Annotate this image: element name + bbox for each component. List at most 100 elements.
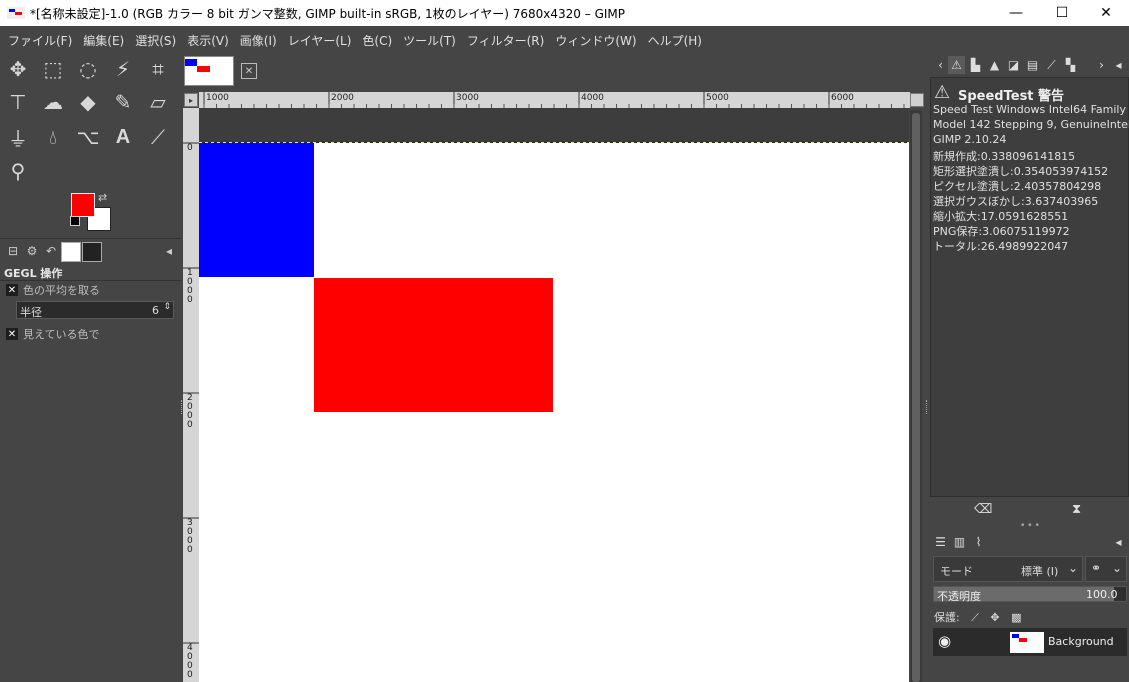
clear-log-icon[interactable]: ⌫ [974,502,992,517]
path-icon[interactable]: ⌥ [73,122,103,152]
log-line: ピクセル塗潰し:2.40357804298 [933,180,1102,193]
layers-tab-icon[interactable]: ☰ [932,533,949,551]
swap-colors-icon[interactable]: ⇄ [98,191,107,204]
composite-mode-button[interactable]: ⚭ ⌄ [1085,556,1127,582]
fuzzy-select-icon[interactable]: ⚡ [108,54,138,84]
undo-history-tab-icon[interactable]: ↶ [42,242,60,260]
mode-value: 標準 (I) [1021,565,1059,578]
selection-marching-ants [199,142,909,143]
lock-label: 保護: [934,611,960,624]
paths-tab-icon[interactable]: ⌇ [970,533,987,551]
eye-visibility-icon[interactable]: ◉ [938,632,951,650]
menu-file[interactable]: ファイル(F) [8,32,72,49]
minimize-button[interactable]: — [993,0,1039,26]
title-bar: *[名称未設定]-1.0 (RGB カラー 8 bit ガンマ整数, GIMP … [0,0,1129,26]
tool-options-tab-icon[interactable]: ⊟ [4,242,22,260]
layer-mode-select[interactable]: モード 標準 (I) ⌄ [933,556,1083,582]
tool-options-dock-tabs: ⊟ ⚙ ↶ ◂ [0,238,181,263]
menu-colors[interactable]: 色(C) [362,32,392,49]
spinner-arrows-icon[interactable]: ⇕ [163,302,171,312]
close-tab-icon[interactable]: ✕ [241,63,257,79]
warp-icon[interactable]: ☁ [38,87,68,117]
save-log-icon[interactable]: ⧗ [1072,502,1081,517]
radius-value: 6 [152,304,159,317]
menu-filters[interactable]: フィルター(R) [467,32,544,49]
sample-average-option[interactable]: ✕ 色の平均を取る [6,282,100,298]
sample-average-checkbox[interactable]: ✕ [6,284,18,296]
lock-pixels-icon[interactable]: ⟋ [971,611,979,624]
lock-alpha-icon[interactable]: ▩ [1011,611,1021,624]
device-status-tab-icon[interactable]: ⚙ [23,242,41,260]
image-tab[interactable] [184,56,234,86]
log-line: 矩形選択塗潰し:0.354053974152 [933,165,1109,178]
eraser-icon[interactable]: ▱ [143,87,173,117]
horizontal-ruler[interactable]: 1000 2000 3000 4000 5000 6000 [199,92,910,108]
ruler-ticks [203,92,905,108]
crop-icon[interactable]: ⌗ [143,54,173,84]
sample-merged-option[interactable]: ✕ 見えている色で [6,326,99,342]
maximize-button[interactable]: ☐ [1039,0,1085,26]
clone-icon[interactable]: ⏚ [3,122,33,152]
text-icon[interactable]: A [108,122,138,152]
layer-thumbnail [1010,632,1044,653]
menu-select[interactable]: 選択(S) [135,32,176,49]
menu-bar: ファイル(F) 編集(E) 選択(S) 表示(V) 画像(I) レイヤー(L) … [0,27,1129,53]
paintbrush-icon[interactable]: ✎ [108,87,138,117]
foreground-color-swatch[interactable] [71,193,95,217]
chevron-down-icon: ⌄ [1067,561,1078,575]
menu-image[interactable]: 画像(I) [240,32,277,49]
menu-tools[interactable]: ツール(T) [403,32,456,49]
document-tab-icon[interactable]: ▤ [1024,56,1041,74]
brushes-tab-icon[interactable]: ⟋ [1043,56,1060,74]
smudge-icon[interactable]: 💧︎ [38,122,68,152]
gimp-app-icon [7,7,25,19]
channels-tab-icon[interactable]: ▚ [1062,56,1079,74]
images-tab-icon[interactable] [61,242,81,262]
menu-layer[interactable]: レイヤー(L) [288,32,352,49]
radius-spinner[interactable]: 半径 6 ⇕ [16,301,174,319]
scroll-right-icon[interactable]: › [1093,56,1110,74]
sample-merged-checkbox[interactable]: ✕ [6,328,18,340]
bucket-fill-icon[interactable]: ◆ [73,87,103,117]
scroll-left-icon[interactable]: ‹ [932,56,949,74]
curves-tab-icon[interactable]: ◪ [1005,56,1022,74]
dock-menu-icon[interactable]: ◂ [160,242,178,260]
chevron-down-icon: ⌄ [1111,561,1122,575]
error-console-tab-icon[interactable]: ⚠ [948,56,965,74]
dock-resize-handle[interactable] [181,400,184,414]
color-picker-icon[interactable]: ⟋ [143,122,173,152]
menu-help[interactable]: ヘルプ(H) [648,32,702,49]
quick-mask-toggle-icon[interactable]: ▸ [184,93,198,107]
image-canvas[interactable] [199,108,909,682]
dock-menu-icon[interactable]: ◂ [1110,56,1127,74]
log-line: 新規作成:0.338096141815 [933,150,1076,163]
scrollbar-thumb[interactable] [912,113,920,682]
ruler-label: 3 0 0 0 [187,518,193,555]
log-line: PNG保存:3.06075119972 [933,225,1070,238]
gradients-tab-icon[interactable] [82,242,102,262]
menu-view[interactable]: 表示(V) [187,32,229,49]
free-select-icon[interactable]: ◌ [73,54,103,84]
lock-position-icon[interactable]: ✥ [990,611,999,624]
right-dock-tabs: ‹ ⚠ ▙ ▲ ◪ ▤ ⟋ ▚ › ◂ [930,53,1129,77]
menu-edit[interactable]: 編集(E) [83,32,124,49]
window-title: *[名称未設定]-1.0 (RGB カラー 8 bit ガンマ整数, GIMP … [30,7,626,21]
vertical-ruler[interactable]: 0 1 0 0 0 2 0 0 0 3 0 0 0 4 0 0 0 [183,108,199,682]
navigate-zoom-icon[interactable] [910,93,924,107]
histogram-tab-icon[interactable]: ▙ [967,56,984,74]
unified-transform-icon[interactable]: ⊤ [3,87,33,117]
log-line: 縮小拡大:17.0591628551 [933,210,1069,223]
close-button[interactable]: ✕ [1083,0,1129,26]
menu-windows[interactable]: ウィンドウ(W) [555,32,636,49]
move-tool-icon[interactable]: ✥ [3,54,33,84]
rect-select-icon[interactable]: ⬚ [38,54,68,84]
warning-icon: ⚠ [934,82,951,103]
zoom-icon[interactable]: ⚲ [3,156,33,186]
channels-tab-icon[interactable]: ▥ [951,533,968,551]
ruler-label: 0 [187,143,193,153]
dock-menu-icon[interactable]: ◂ [1110,533,1127,551]
default-colors-icon[interactable] [70,216,80,226]
canvas-vertical-scrollbar[interactable] [910,110,922,682]
opacity-value: 100.0 [1086,588,1118,601]
pointer-tab-icon[interactable]: ▲ [986,56,1003,74]
